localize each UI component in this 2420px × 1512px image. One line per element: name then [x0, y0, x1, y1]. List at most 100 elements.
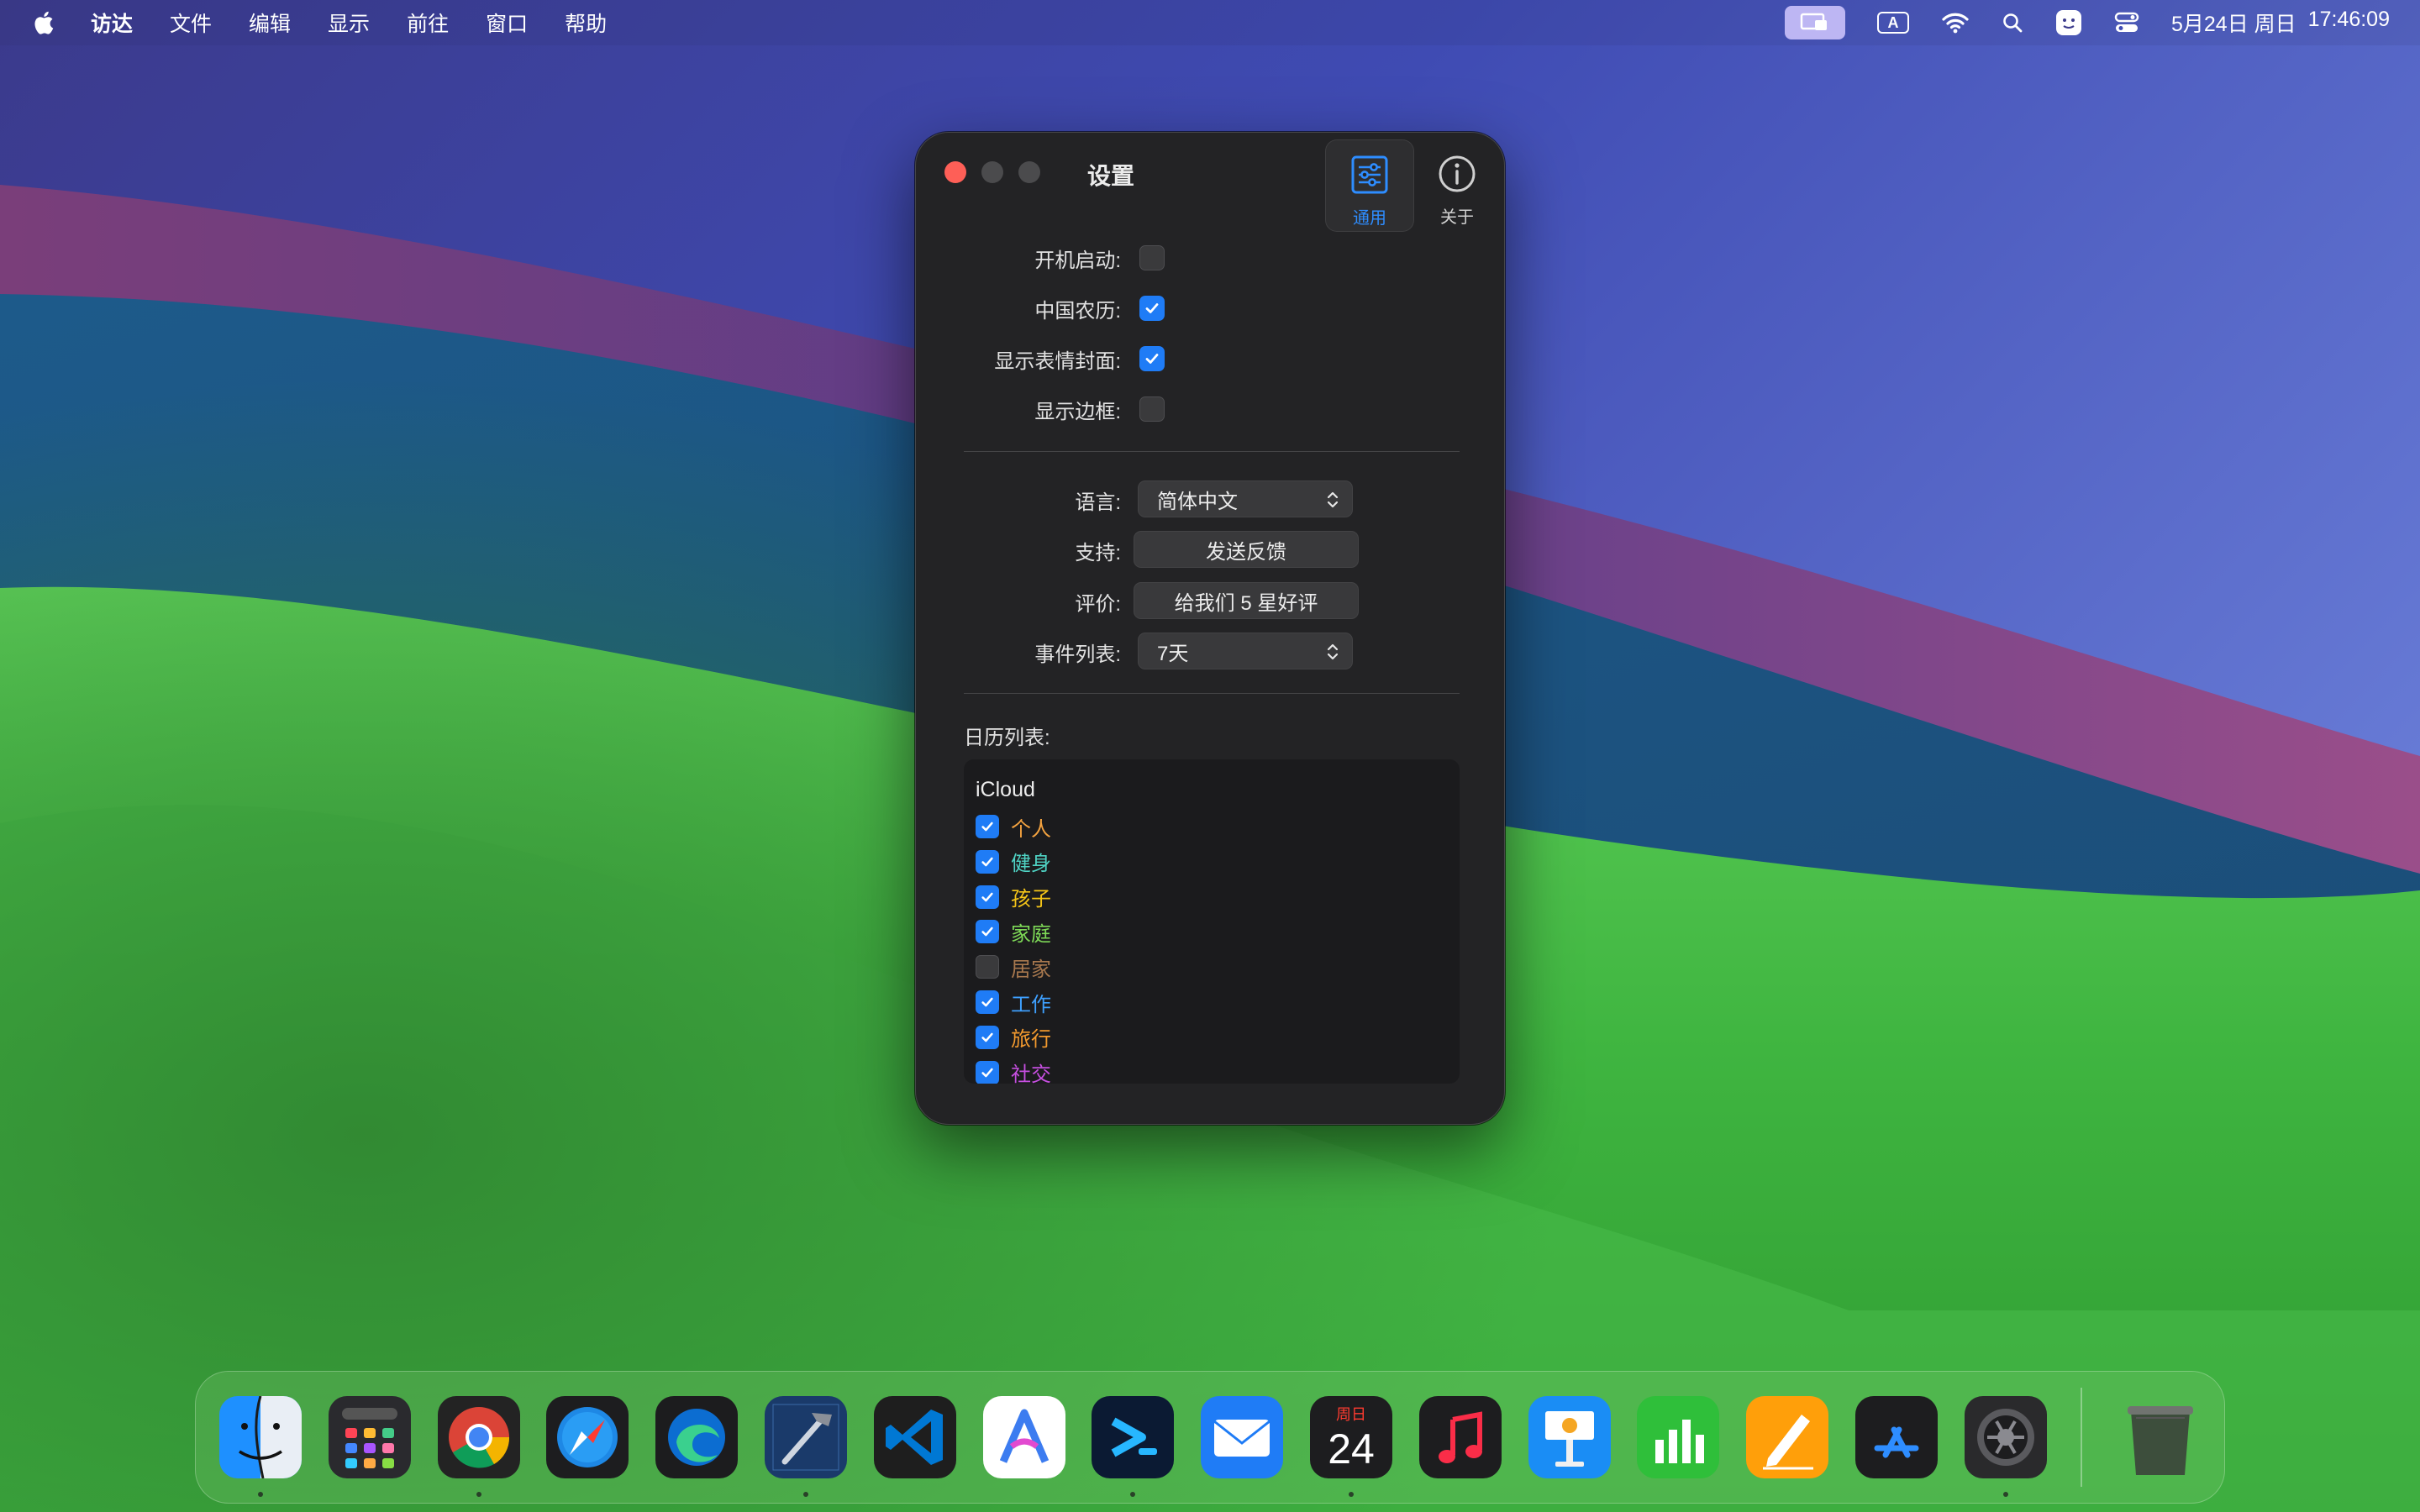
control-center-icon[interactable]: [2114, 11, 2139, 34]
system-settings-icon[interactable]: [1965, 1396, 2047, 1478]
zoom-button[interactable]: [1018, 161, 1040, 183]
calendar-item[interactable]: 家庭: [976, 916, 1051, 947]
launchpad-icon[interactable]: [329, 1396, 411, 1478]
calendar-item-name: 工作: [1011, 993, 1051, 1016]
calendar-list[interactable]: iCloud 个人健身孩子家庭居家工作旅行社交: [964, 759, 1460, 1084]
show-border-checkbox[interactable]: [1139, 396, 1165, 422]
menu-go[interactable]: 前往: [407, 8, 449, 38]
settings-window: 设置 通用 关于 开机启动: 中国农历: 显示表情封面: 显示边框: 语言: 简…: [915, 132, 1505, 1125]
calendar-item-name: 旅行: [1011, 1028, 1051, 1052]
calendar-item-name: 居家: [1011, 958, 1051, 981]
calendar-item-checkbox[interactable]: [976, 955, 999, 979]
checkmark-icon: [1145, 354, 1159, 364]
running-indicator: [1349, 1492, 1354, 1497]
safari-icon[interactable]: [546, 1396, 629, 1478]
numbers-icon[interactable]: [1637, 1396, 1719, 1478]
menu-date: 5月24日 周日: [2171, 13, 2296, 36]
calendar-item-name: 个人: [1011, 817, 1051, 841]
calendar-item-checkbox[interactable]: [976, 849, 999, 874]
info-icon: [1438, 153, 1476, 195]
app-face-icon[interactable]: [2055, 9, 2082, 36]
tab-about-label: 关于: [1440, 208, 1474, 227]
input-method-icon[interactable]: A: [1877, 12, 1909, 34]
chevron-up-down-icon: [1327, 491, 1339, 508]
app-store-icon[interactable]: [1855, 1396, 1938, 1478]
menu-help[interactable]: 帮助: [565, 8, 607, 38]
calendar-item[interactable]: 旅行: [976, 1022, 1051, 1053]
sliders-icon: [1351, 154, 1388, 196]
menu-bar: 访达 文件 编辑 显示 前往 窗口 帮助 A 5月24日 周日 17:46:09: [0, 0, 2420, 45]
wifi-icon[interactable]: [1941, 12, 1970, 34]
event-list-select[interactable]: 7天: [1138, 633, 1353, 669]
language-value: 简体中文: [1157, 490, 1238, 513]
calendar-item-checkbox[interactable]: [976, 1025, 999, 1049]
tab-general-label: 通用: [1353, 209, 1386, 228]
checkmark-icon: [1145, 303, 1159, 313]
menu-app-name[interactable]: 访达: [91, 8, 133, 38]
running-indicator: [258, 1492, 263, 1497]
calendar-account-name: iCloud: [976, 778, 1035, 801]
minimize-button[interactable]: [981, 161, 1003, 183]
chevron-up-down-icon: [1327, 643, 1339, 660]
event-list-label: 事件列表:: [1034, 643, 1121, 666]
section-divider: [964, 451, 1460, 452]
menu-file[interactable]: 文件: [170, 8, 212, 38]
calendar-item-checkbox[interactable]: [976, 885, 999, 909]
calendar-item-name: 社交: [1011, 1063, 1051, 1084]
trash-icon[interactable]: [2119, 1396, 2202, 1478]
finder-icon[interactable]: [219, 1396, 302, 1478]
menu-view[interactable]: 显示: [328, 8, 370, 38]
calendar-item[interactable]: 居家: [976, 952, 1051, 982]
running-indicator: [803, 1492, 808, 1497]
menu-window[interactable]: 窗口: [486, 8, 528, 38]
checkmark-icon: [981, 857, 993, 867]
svg-text:周日: 周日: [1336, 1406, 1366, 1424]
rating-label: 评价:: [1075, 593, 1121, 616]
emoji-cover-checkbox[interactable]: [1139, 346, 1165, 371]
calendar-item-checkbox[interactable]: [976, 990, 999, 1014]
launch-at-login-label: 开机启动:: [1034, 249, 1121, 272]
calendar-item[interactable]: 工作: [976, 987, 1051, 1017]
send-feedback-button[interactable]: 发送反馈: [1134, 531, 1359, 568]
vscode-icon[interactable]: [874, 1396, 956, 1478]
svg-text:24: 24: [1328, 1425, 1375, 1473]
lunar-calendar-checkbox[interactable]: [1139, 296, 1165, 321]
a-logo-app-icon[interactable]: [983, 1396, 1065, 1478]
support-label: 支持:: [1075, 542, 1121, 564]
checkmark-icon: [981, 997, 993, 1007]
prompt-icon[interactable]: [1092, 1396, 1174, 1478]
emoji-cover-label: 显示表情封面:: [994, 350, 1121, 373]
xcode-icon[interactable]: [765, 1396, 847, 1478]
rate-five-stars-button[interactable]: 给我们 5 星好评: [1134, 582, 1359, 619]
tab-general[interactable]: 通用: [1325, 139, 1414, 232]
menu-time: 17:46:09: [2307, 8, 2390, 31]
calendar-item-checkbox[interactable]: [976, 815, 999, 838]
music-icon[interactable]: [1419, 1396, 1502, 1478]
chrome-icon[interactable]: [438, 1396, 520, 1478]
close-button[interactable]: [944, 161, 966, 183]
mail-icon[interactable]: [1201, 1396, 1283, 1478]
calendar-item[interactable]: 孩子: [976, 882, 1051, 912]
tab-about[interactable]: 关于: [1413, 139, 1501, 230]
calendar-item[interactable]: 个人: [976, 811, 1051, 842]
apple-logo-icon[interactable]: [30, 8, 55, 37]
screen-sharing-icon[interactable]: [1785, 6, 1845, 39]
menu-edit[interactable]: 编辑: [249, 8, 291, 38]
launch-at-login-checkbox[interactable]: [1139, 245, 1165, 270]
event-list-value: 7天: [1157, 642, 1189, 665]
edge-icon[interactable]: [655, 1396, 738, 1478]
checkmark-icon: [981, 822, 993, 832]
calendar-item-name: 孩子: [1011, 888, 1051, 911]
input-method-label: A: [1877, 12, 1909, 34]
spotlight-search-icon[interactable]: [2002, 12, 2023, 34]
calendar-icon[interactable]: 周日 24: [1310, 1396, 1392, 1478]
calendar-item-checkbox[interactable]: [976, 920, 999, 944]
menu-clock[interactable]: 5月24日 周日 17:46:09: [2171, 8, 2390, 38]
section-divider: [964, 693, 1460, 694]
calendar-item[interactable]: 社交: [976, 1058, 1051, 1084]
calendar-item[interactable]: 健身: [976, 847, 1051, 877]
pages-icon[interactable]: [1746, 1396, 1828, 1478]
keynote-icon[interactable]: [1528, 1396, 1611, 1478]
calendar-item-checkbox[interactable]: [976, 1060, 999, 1084]
language-select[interactable]: 简体中文: [1138, 480, 1353, 517]
